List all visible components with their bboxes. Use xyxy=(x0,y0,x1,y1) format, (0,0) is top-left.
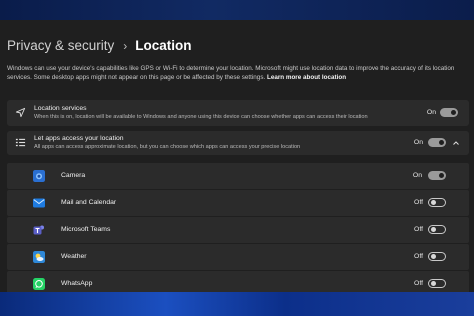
desktop-background-top xyxy=(0,0,474,20)
apps-access-state-label: On xyxy=(413,139,423,146)
breadcrumb: Privacy & security › Location xyxy=(7,38,192,53)
whatsapp-location-toggle[interactable] xyxy=(428,279,446,288)
whatsapp-icon xyxy=(33,278,45,290)
page-title: Location xyxy=(135,38,192,53)
teams-location-toggle[interactable] xyxy=(428,225,446,234)
app-state-label: Off xyxy=(414,253,423,260)
camera-location-toggle[interactable] xyxy=(428,171,446,180)
toggle-knob xyxy=(431,200,436,205)
apps-access-card[interactable]: Let apps access your location All apps c… xyxy=(7,131,469,155)
app-name: WhatsApp xyxy=(61,280,93,287)
page-description: Windows can use your device's capabiliti… xyxy=(7,64,469,82)
camera-icon xyxy=(33,170,45,182)
mail-calendar-location-toggle[interactable] xyxy=(428,198,446,207)
toggle-knob xyxy=(431,254,436,259)
settings-window: Privacy & security › Location Windows ca… xyxy=(0,20,474,292)
app-name: Microsoft Teams xyxy=(61,226,111,233)
description-text: Windows can use your device's capabiliti… xyxy=(7,65,455,81)
app-state-label: On xyxy=(412,172,422,179)
location-services-title: Location services xyxy=(34,105,87,112)
location-services-state-label: On xyxy=(426,109,436,116)
location-services-card[interactable]: Location services When this is on, locat… xyxy=(7,100,469,126)
location-services-subtitle: When this is on, location will be availa… xyxy=(34,114,368,120)
apps-access-subtitle: All apps can access approximate location… xyxy=(34,144,301,150)
app-name: Camera xyxy=(61,172,86,179)
desktop-background-bottom xyxy=(0,292,474,316)
app-name: Mail and Calendar xyxy=(61,199,117,206)
apps-access-toggle[interactable] xyxy=(428,138,446,147)
teams-icon xyxy=(33,225,44,235)
weather-icon xyxy=(33,251,45,263)
breadcrumb-parent-link[interactable]: Privacy & security xyxy=(7,38,114,53)
toggle-knob xyxy=(439,173,444,178)
location-services-toggle[interactable] xyxy=(440,108,458,117)
toggle-knob xyxy=(431,281,436,286)
app-state-label: Off xyxy=(414,199,423,206)
app-state-label: Off xyxy=(414,280,423,287)
apps-access-title: Let apps access your location xyxy=(34,135,124,142)
location-arrow-icon xyxy=(15,107,26,118)
app-row-camera: Camera On xyxy=(7,163,469,189)
toggle-knob xyxy=(431,227,436,232)
app-row-weather: Weather Off xyxy=(7,244,469,270)
learn-more-link[interactable]: Learn more about location xyxy=(267,74,346,81)
toggle-knob xyxy=(439,140,444,145)
app-row-teams: Microsoft Teams Off xyxy=(7,217,469,243)
list-icon xyxy=(15,138,26,147)
weather-location-toggle[interactable] xyxy=(428,252,446,261)
app-row-whatsapp: WhatsApp Off xyxy=(7,271,469,292)
app-state-label: Off xyxy=(414,226,423,233)
app-name: Weather xyxy=(61,253,87,260)
mail-icon xyxy=(33,198,45,208)
chevron-up-icon[interactable] xyxy=(452,139,460,147)
app-row-mail-calendar: Mail and Calendar Off xyxy=(7,190,469,216)
breadcrumb-separator: › xyxy=(123,39,128,53)
toggle-knob xyxy=(451,110,456,115)
